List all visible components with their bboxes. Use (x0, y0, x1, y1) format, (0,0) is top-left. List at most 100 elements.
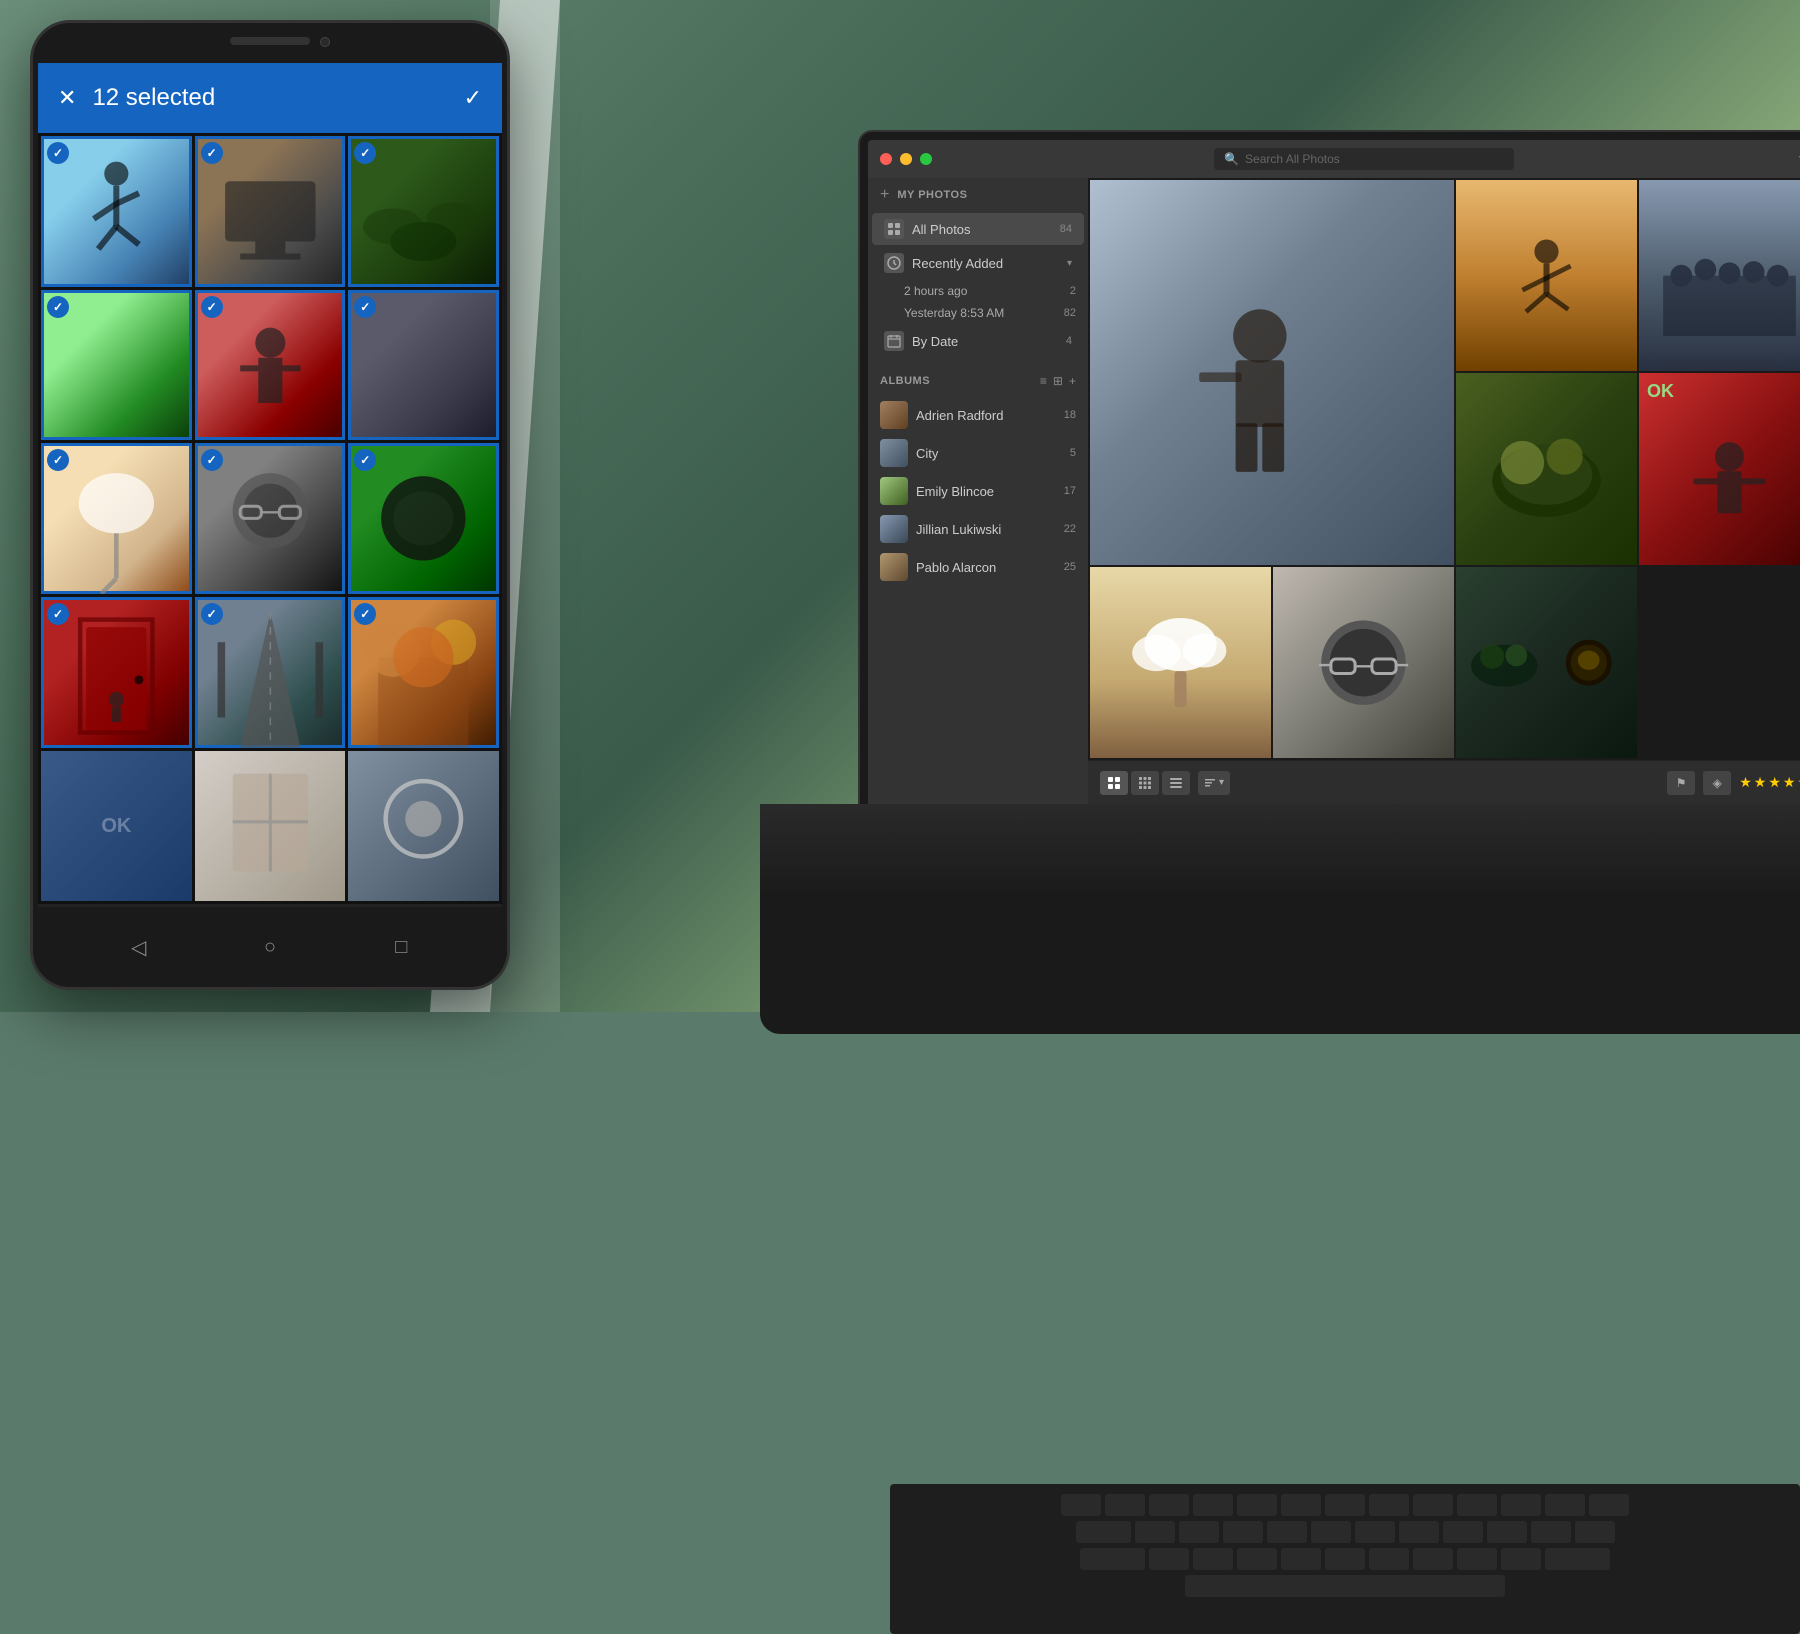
photo-cell[interactable]: ✓ (348, 290, 499, 441)
key[interactable] (1413, 1548, 1453, 1570)
key[interactable] (1193, 1494, 1233, 1516)
key[interactable] (1545, 1494, 1585, 1516)
photo-cell[interactable]: ✓ (195, 597, 346, 748)
key[interactable] (1457, 1548, 1497, 1570)
photo-cell[interactable]: ✓ (348, 443, 499, 594)
key[interactable] (1080, 1548, 1145, 1570)
star-rating[interactable]: ★ ★ ★ ★ ★ (1739, 774, 1800, 791)
home-nav-icon[interactable]: ○ (255, 932, 285, 962)
albums-list-icon[interactable]: ≡ (1040, 374, 1047, 388)
sidebar-item-all-photos[interactable]: All Photos 84 (872, 213, 1084, 245)
album-item-pablo[interactable]: Pablo Alarcon 25 (868, 548, 1088, 586)
mosaic-photo-dark-bowl[interactable] (1456, 567, 1637, 758)
mosaic-photo-red-wall[interactable]: OK (1639, 373, 1800, 564)
key[interactable] (1325, 1548, 1365, 1570)
sort-button[interactable]: ▾ (1198, 771, 1230, 795)
key[interactable] (1545, 1548, 1610, 1570)
filter-photos-button[interactable]: ◈ (1703, 771, 1731, 795)
grid-view-button[interactable] (1100, 771, 1128, 795)
key[interactable] (1531, 1521, 1571, 1543)
key[interactable] (1457, 1494, 1497, 1516)
sidebar-sub-2hours[interactable]: 2 hours ago 2 (868, 280, 1088, 302)
sidebar-item-by-date[interactable]: By Date 4 (872, 325, 1084, 357)
key[interactable] (1281, 1494, 1321, 1516)
key[interactable] (1413, 1494, 1453, 1516)
close-icon[interactable]: ✕ (58, 85, 76, 111)
key[interactable] (1223, 1521, 1263, 1543)
2hours-count: 2 (1070, 285, 1076, 297)
album-item-adrien[interactable]: Adrien Radford 18 (868, 396, 1088, 434)
mosaic-photo-person-sitting[interactable] (1090, 180, 1454, 565)
photo-cell[interactable]: ✓ (195, 443, 346, 594)
album-item-emily[interactable]: Emily Blincoe 17 (868, 472, 1088, 510)
recent-nav-icon[interactable]: □ (386, 932, 416, 962)
yesterday-count: 82 (1064, 307, 1076, 319)
mosaic-photo-food[interactable] (1456, 373, 1637, 564)
recently-added-expand-icon: ▾ (1067, 258, 1072, 269)
star-1[interactable]: ★ (1739, 774, 1752, 791)
key[interactable] (1149, 1548, 1189, 1570)
key[interactable] (1281, 1548, 1321, 1570)
traffic-light-close[interactable] (880, 153, 892, 165)
photo-cell[interactable]: ✓ (348, 136, 499, 287)
key[interactable] (1399, 1521, 1439, 1543)
mosaic-photo-city-people[interactable] (1639, 180, 1800, 371)
sidebar-sub-yesterday[interactable]: Yesterday 8:53 AM 82 (868, 302, 1088, 324)
key[interactable] (1355, 1521, 1395, 1543)
key[interactable] (1501, 1494, 1541, 1516)
key[interactable] (1369, 1494, 1409, 1516)
mosaic-photo-portrait[interactable] (1273, 567, 1454, 758)
star-2[interactable]: ★ (1754, 774, 1767, 791)
key[interactable] (1193, 1548, 1233, 1570)
phone-container: ✕ 12 selected ✓ ✓ (30, 20, 510, 990)
photo-cell[interactable]: ✓ (348, 597, 499, 748)
key[interactable] (1076, 1521, 1131, 1543)
albums-add-icon[interactable]: + (1069, 374, 1076, 388)
key[interactable] (1135, 1521, 1175, 1543)
photo-cell[interactable]: ✓ (41, 597, 192, 748)
star-4[interactable]: ★ (1783, 774, 1796, 791)
key[interactable] (1501, 1548, 1541, 1570)
photo-cell[interactable]: ✓ (41, 443, 192, 594)
small-grid-view-button[interactable] (1131, 771, 1159, 795)
star-3[interactable]: ★ (1768, 774, 1781, 791)
add-photos-button[interactable]: + (880, 186, 889, 204)
photo-cell[interactable]: ✓ (195, 136, 346, 287)
photo-cell[interactable]: ✓ (195, 290, 346, 441)
key[interactable] (1237, 1494, 1277, 1516)
photo-cell[interactable] (348, 751, 499, 902)
album-item-jillian[interactable]: Jillian Lukiwski 22 (868, 510, 1088, 548)
list-view-button[interactable] (1162, 771, 1190, 795)
albums-grid-icon[interactable]: ⊞ (1053, 374, 1063, 388)
photo-cell[interactable]: ✓ (41, 136, 192, 287)
key[interactable] (1311, 1521, 1351, 1543)
back-nav-icon[interactable]: ◁ (124, 932, 154, 962)
sidebar-item-recently-added[interactable]: Recently Added ▾ (872, 247, 1084, 279)
key[interactable] (1487, 1521, 1527, 1543)
filter-icon[interactable]: ▼ (1796, 151, 1800, 167)
key[interactable] (1369, 1548, 1409, 1570)
key[interactable] (1179, 1521, 1219, 1543)
key[interactable] (1443, 1521, 1483, 1543)
traffic-light-minimize[interactable] (900, 153, 912, 165)
key[interactable] (1105, 1494, 1145, 1516)
photo-cell[interactable] (195, 751, 346, 902)
key[interactable] (1575, 1521, 1615, 1543)
key[interactable] (1237, 1548, 1277, 1570)
key[interactable] (1061, 1494, 1101, 1516)
album-name-pablo: Pablo Alarcon (916, 560, 1056, 575)
mosaic-photo-cloud-hand[interactable] (1090, 567, 1271, 758)
key[interactable] (1325, 1494, 1365, 1516)
photo-cell[interactable]: OK (41, 751, 192, 902)
traffic-light-maximize[interactable] (920, 153, 932, 165)
flag-button[interactable]: ⚑ (1667, 771, 1695, 795)
album-item-city[interactable]: City 5 (868, 434, 1088, 472)
key[interactable] (1149, 1494, 1189, 1516)
confirm-icon[interactable]: ✓ (464, 85, 482, 111)
key[interactable] (1267, 1521, 1307, 1543)
photo-cell[interactable]: ✓ OK (41, 290, 192, 441)
mosaic-photo-jump[interactable] (1456, 180, 1637, 371)
search-bar[interactable]: 🔍 Search All Photos (1214, 148, 1514, 170)
spacebar[interactable] (1185, 1575, 1505, 1597)
key[interactable] (1589, 1494, 1629, 1516)
